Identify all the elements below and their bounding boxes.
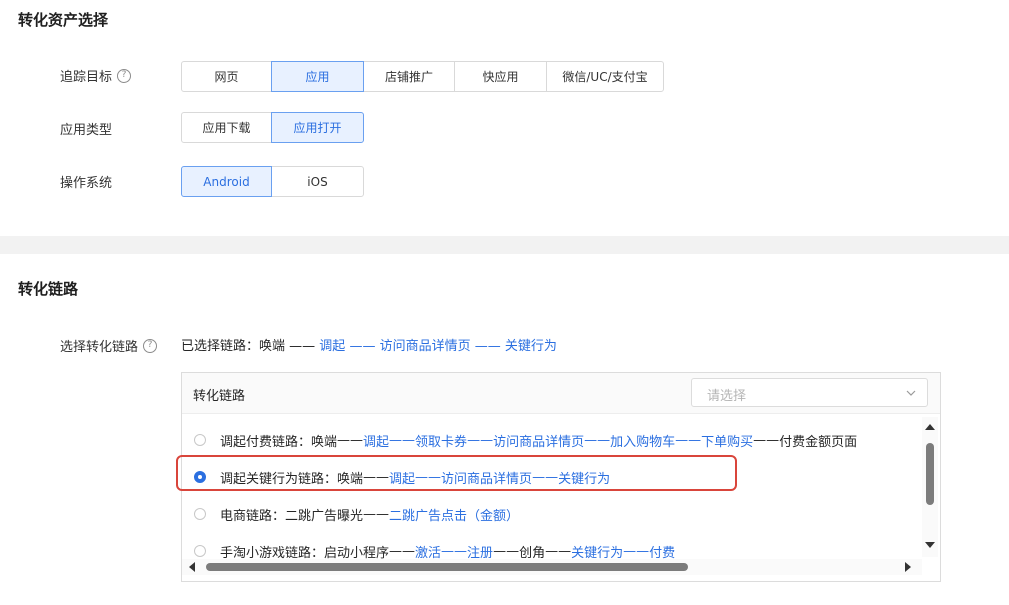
path-option-name: 电商链路：	[220, 508, 286, 524]
app-type-option-open[interactable]: 应用打开	[271, 112, 364, 143]
path-option-row[interactable]: 电商链路： 二跳广告曝光 —— 二跳广告点击（金额）	[182, 497, 519, 531]
path-step: 加入购物车	[610, 434, 676, 450]
path-step: 二跳广告曝光	[285, 508, 364, 524]
path-step: 激活	[415, 545, 442, 561]
selected-path-step: 唤端	[259, 339, 286, 354]
path-step: 关键行为	[571, 545, 624, 561]
app-type-segmented: 应用下载 应用打开	[181, 112, 364, 143]
track-target-label: 追踪目标 ?	[60, 66, 132, 85]
selected-path-step: 调起	[319, 339, 346, 354]
panel-header: 转化链路 请选择	[182, 373, 940, 414]
selected-path-summary: 已选择链路：唤端 —— 调起 —— 访问商品详情页 —— 关键行为	[181, 339, 557, 354]
app-type-option-download[interactable]: 应用下载	[181, 112, 272, 143]
path-step: 付费	[649, 545, 676, 561]
selected-path-step: 关键行为	[504, 339, 557, 354]
vertical-scrollbar[interactable]	[922, 417, 938, 557]
selected-path-step: 访问商品详情页	[379, 339, 471, 354]
path-option-name: 调起付费链路：	[220, 434, 312, 450]
path-select-placeholder: 请选择	[707, 389, 747, 404]
path-step: 下单购买	[701, 434, 754, 450]
scroll-left-arrow-icon[interactable]	[188, 561, 196, 573]
os-option-android[interactable]: Android	[181, 166, 272, 197]
help-icon[interactable]: ?	[143, 338, 158, 353]
radio-button[interactable]	[194, 508, 206, 520]
track-target-option-app[interactable]: 应用	[271, 61, 364, 92]
path-step: 付费金额页面	[779, 434, 858, 450]
path-option-row[interactable]: 调起付费链路： 唤端 —— 调起 —— 领取卡券 —— 访问商品详情页 —— 加…	[182, 423, 857, 457]
track-target-option-wechat-uc-alipay[interactable]: 微信/UC/支付宝	[546, 61, 664, 92]
radio-button[interactable]	[194, 545, 206, 557]
section-title-conversion-asset: 转化资产选择	[18, 11, 109, 29]
horizontal-scrollbar[interactable]	[182, 559, 922, 575]
path-step: 唤端	[311, 434, 338, 450]
help-icon[interactable]: ?	[117, 68, 132, 83]
os-label: 操作系统	[60, 176, 113, 191]
path-step: 调起	[363, 434, 390, 450]
path-step: 启动小程序	[324, 545, 390, 561]
section-title-conversion-path: 转化链路	[18, 280, 79, 298]
track-target-segmented: 网页 应用 店铺推广 快应用 微信/UC/支付宝	[181, 61, 664, 92]
path-step: 领取卡券	[415, 434, 468, 450]
select-path-label-text: 选择转化链路	[60, 340, 139, 355]
section-divider	[0, 236, 1009, 254]
track-target-option-quick-app[interactable]: 快应用	[454, 61, 547, 92]
path-step: 创角	[519, 545, 546, 561]
selected-path-prefix: 已选择链路：	[181, 339, 260, 354]
track-target-option-web[interactable]: 网页	[181, 61, 272, 92]
scroll-down-arrow-icon[interactable]	[924, 541, 936, 549]
selected-row-highlight-box	[176, 455, 737, 491]
track-target-option-shop[interactable]: 店铺推广	[363, 61, 455, 92]
radio-button[interactable]	[194, 434, 206, 446]
scroll-right-arrow-icon[interactable]	[904, 561, 912, 573]
path-select[interactable]: 请选择	[691, 378, 928, 407]
chevron-down-icon	[906, 390, 916, 396]
app-type-label: 应用类型	[60, 123, 113, 138]
panel-header-title: 转化链路	[193, 389, 246, 404]
path-option-name: 手淘小游戏链路：	[220, 545, 325, 561]
track-target-label-text: 追踪目标	[60, 70, 113, 85]
os-segmented: Android iOS	[181, 166, 364, 197]
path-step: 访问商品详情页	[493, 434, 585, 450]
scroll-up-arrow-icon[interactable]	[924, 423, 936, 431]
horizontal-scrollbar-thumb[interactable]	[206, 563, 688, 571]
select-path-label: 选择转化链路 ?	[60, 336, 158, 355]
vertical-scrollbar-thumb[interactable]	[926, 443, 934, 505]
path-step: 二跳广告点击（金额）	[389, 508, 520, 524]
path-step: 注册	[467, 545, 494, 561]
os-option-ios[interactable]: iOS	[271, 166, 364, 197]
